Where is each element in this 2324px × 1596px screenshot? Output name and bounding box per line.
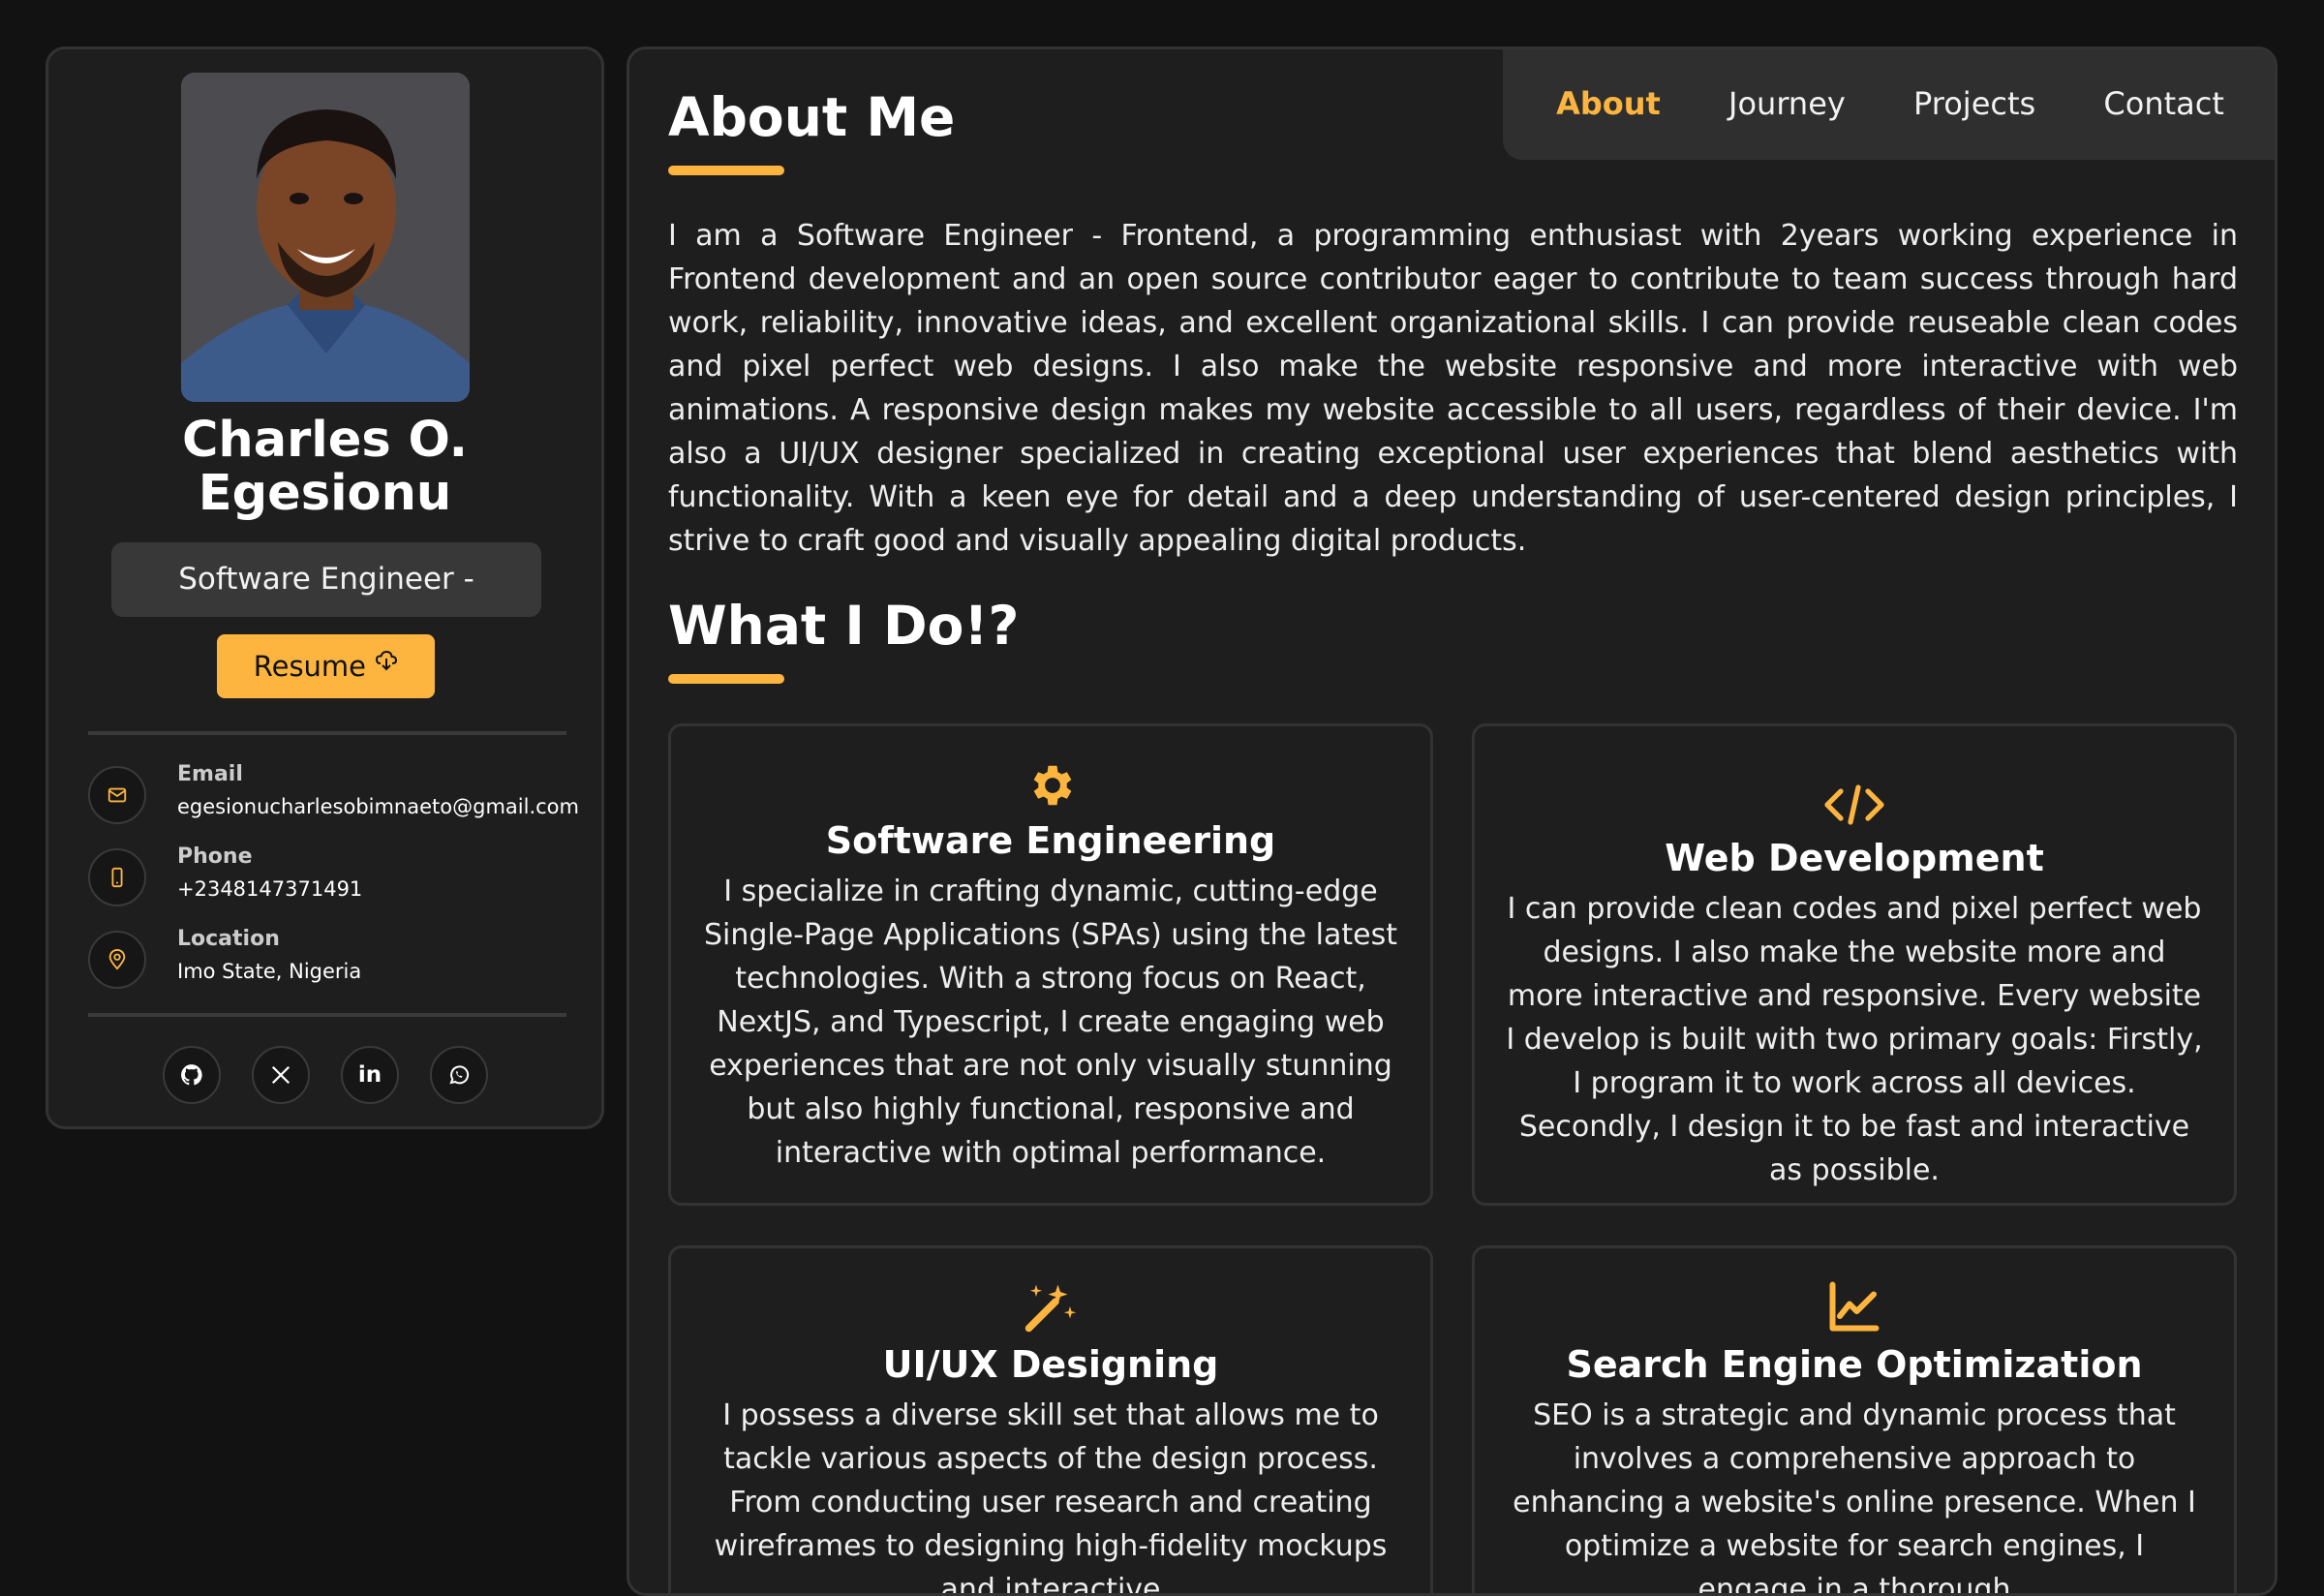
x-twitter-icon[interactable]	[252, 1046, 310, 1104]
service-title: Search Engine Optimization	[1566, 1343, 2143, 1386]
about-title: About Me	[668, 86, 956, 148]
location-pin-icon	[88, 931, 146, 989]
contact-value: Imo State, Nigeria	[177, 960, 362, 983]
code-icon	[1824, 784, 1884, 825]
service-title: UI/UX Designing	[882, 1343, 1219, 1386]
service-text: I possess a diverse skill set that allow…	[714, 1398, 1388, 1596]
nav-about[interactable]: About	[1556, 85, 1661, 122]
whatsapp-icon[interactable]	[430, 1046, 488, 1104]
nav-journey[interactable]: Journey	[1728, 85, 1846, 122]
service-title: Software Engineering	[825, 819, 1276, 862]
service-text: I specialize in crafting dynamic, cuttin…	[704, 875, 1397, 1170]
service-card: Search Engine Optimization SEO is a stra…	[1472, 1245, 2237, 1596]
contact-email: Email egesionucharlesobimnaeto@gmail.com	[88, 762, 601, 830]
contact-value[interactable]: +2348147371491	[177, 877, 362, 901]
linkedin-icon[interactable]: in	[341, 1046, 399, 1104]
chart-line-icon	[1829, 1281, 1880, 1332]
resume-button[interactable]: Resume	[217, 634, 435, 698]
profile-name-line2: Egesionu	[198, 465, 452, 522]
nav-projects[interactable]: Projects	[1913, 85, 2035, 122]
contact-value[interactable]: egesionucharlesobimnaeto@gmail.com	[177, 795, 579, 818]
title-underline	[668, 674, 784, 684]
service-card: UI/UX Designing I possess a diverse skil…	[668, 1245, 1433, 1596]
service-text: I can provide clean codes and pixel perf…	[1506, 892, 2203, 1187]
magic-wand-icon	[1024, 1284, 1077, 1333]
profile-sidebar: Charles O. Egesionu Software Engineer - …	[46, 46, 604, 1129]
nav-contact[interactable]: Contact	[2103, 85, 2224, 122]
services-title: What I Do!?	[668, 595, 1020, 657]
contact-label: Phone	[177, 844, 253, 869]
top-nav: About Journey Projects Contact	[1503, 49, 2275, 160]
service-card: Web Development I can provide clean code…	[1472, 723, 2237, 1206]
contact-phone: Phone +2348147371491	[88, 844, 601, 912]
main-panel: About Journey Projects Contact About Me …	[627, 46, 2278, 1596]
mail-icon	[88, 766, 146, 824]
resume-label: Resume	[253, 650, 367, 683]
gear-icon	[1033, 765, 1072, 806]
service-text: SEO is a strategic and dynamic process t…	[1513, 1398, 2196, 1596]
sidebar-divider	[88, 731, 566, 735]
profile-photo	[181, 73, 470, 402]
role-badge: Software Engineer - Frontend	[111, 542, 541, 671]
contact-location: Location Imo State, Nigeria	[88, 927, 601, 995]
profile-name: Charles O. Egesionu	[48, 414, 601, 520]
service-title: Web Development	[1665, 837, 2044, 879]
contact-label: Email	[177, 762, 243, 786]
cloud-download-icon	[376, 650, 398, 671]
about-text: I am a Software Engineer - Frontend, a p…	[668, 219, 2238, 558]
contact-label: Location	[177, 927, 280, 951]
phone-icon	[88, 848, 146, 906]
sidebar-divider	[88, 1013, 566, 1017]
github-icon[interactable]	[163, 1046, 221, 1104]
title-underline	[668, 166, 784, 175]
profile-name-line1: Charles O.	[181, 412, 469, 469]
service-card: Software Engineering I specialize in cra…	[668, 723, 1433, 1206]
